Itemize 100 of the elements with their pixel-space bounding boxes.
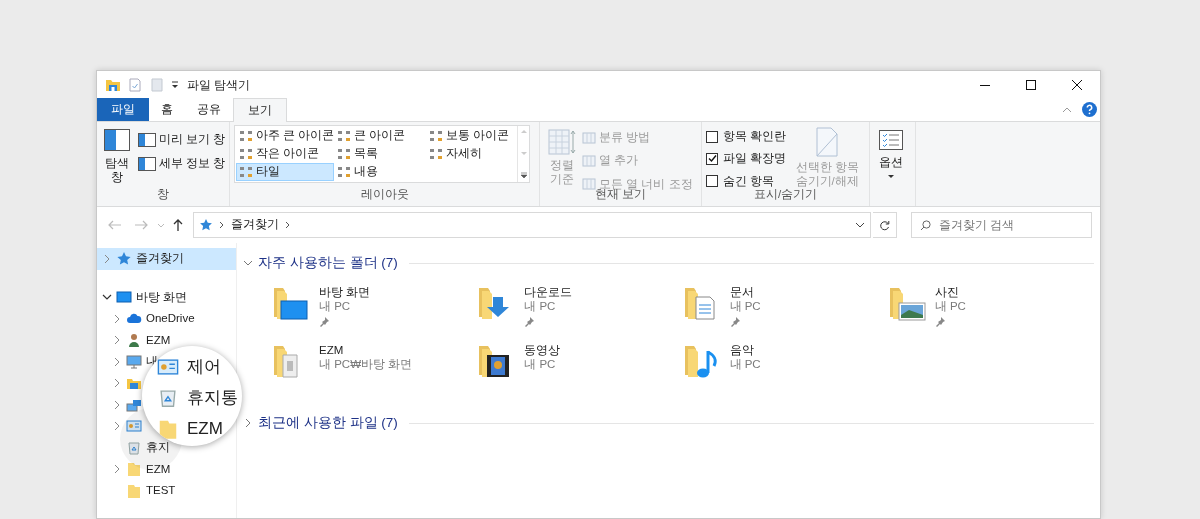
magnified-label: EZM xyxy=(187,417,223,440)
view-icon xyxy=(429,147,443,161)
column-icon xyxy=(582,177,596,192)
pane-option[interactable]: 세부 정보 창 xyxy=(137,155,225,173)
checkbox[interactable] xyxy=(706,175,718,188)
collapsed-chevron-icon[interactable] xyxy=(112,464,122,475)
folder-icon xyxy=(126,461,142,478)
layout-option[interactable]: 보통 아이콘 xyxy=(426,127,516,145)
collapsed-chevron-icon[interactable] xyxy=(112,356,122,367)
search-field[interactable]: 즐겨찾기 검색 xyxy=(911,212,1092,238)
nav-item-label[interactable]: OneDrive xyxy=(146,310,195,328)
section-header[interactable]: 최근에 사용한 파일 (7) xyxy=(258,412,398,434)
options-button[interactable]: 옵션 xyxy=(874,125,908,206)
expand-gallery-icon[interactable] xyxy=(519,172,528,179)
collapsed-chevron-icon[interactable] xyxy=(112,335,122,346)
chevron-icon xyxy=(285,221,291,229)
selected-nav-row[interactable]: 즐겨찾기 xyxy=(97,248,236,270)
folder-tile[interactable]: 동영상 내 PC xyxy=(478,339,684,393)
window-title: 파일 탐색기 xyxy=(187,76,251,94)
customize-dropdown-icon[interactable] xyxy=(171,80,179,89)
maximize-icon xyxy=(1026,79,1036,90)
pane-icon xyxy=(137,132,156,147)
nav-item-label[interactable]: EZM xyxy=(146,331,171,349)
checkbox-label: 항목 확인란 xyxy=(723,129,787,144)
address-bar[interactable]: 즐겨찾기 xyxy=(193,212,871,238)
folder-location: 내 PC xyxy=(729,357,761,371)
ribbon-tab[interactable]: 파일 xyxy=(97,98,149,121)
collapsed-chevron-icon[interactable] xyxy=(243,418,253,428)
folder-location: 내 PC xyxy=(934,299,966,313)
collapsed-chevron-icon[interactable] xyxy=(112,378,122,389)
layout-option[interactable]: 아주 큰 아이콘 xyxy=(236,127,334,145)
nav-item-label[interactable]: 바탕 화면 xyxy=(136,288,188,306)
group-label: 표시/숨기기 xyxy=(753,187,818,202)
view-icon xyxy=(239,129,253,143)
help-icon[interactable] xyxy=(1082,102,1097,117)
pane-layout-icon xyxy=(104,129,131,151)
nav-item-label[interactable]: TEST xyxy=(146,482,176,500)
layout-option[interactable]: 내용 xyxy=(334,163,426,181)
layout-option[interactable]: 타일 xyxy=(236,163,334,181)
star-icon xyxy=(116,250,132,267)
folder-location: 내 PC xyxy=(729,299,761,313)
star-icon xyxy=(199,218,213,232)
refresh-icon xyxy=(879,219,890,231)
folder-name: EZM xyxy=(319,343,345,357)
nav-item-label[interactable]: 즐겨찾기 xyxy=(136,250,184,268)
checkbox[interactable] xyxy=(706,130,718,143)
address-path: 즐겨찾기 xyxy=(231,217,279,233)
user-icon xyxy=(126,332,142,349)
folder-tile[interactable]: 문서 내 PC xyxy=(683,281,889,335)
view-icon xyxy=(429,129,443,143)
folder-icon xyxy=(126,482,142,499)
collapsed-chevron-icon[interactable] xyxy=(112,313,122,324)
column-icon xyxy=(582,153,596,168)
folder-tile[interactable]: 사진 내 PC xyxy=(888,281,1094,335)
folder-tile[interactable]: 바탕 화면 내 PC xyxy=(273,281,479,335)
ribbon-tab[interactable]: 홈 xyxy=(149,98,185,121)
properties-icon[interactable] xyxy=(127,76,143,93)
nav-item-label[interactable]: 휴지 xyxy=(146,439,170,457)
folder-name: 바탕 화면 xyxy=(319,285,371,299)
navigation-pane-button[interactable]: 탐색 창 xyxy=(101,125,134,186)
folder-location: 내 PC xyxy=(524,299,557,313)
folder-icon xyxy=(888,285,927,321)
folder-name: 다운로드 xyxy=(524,285,573,299)
checkbox-label: 파일 확장명 xyxy=(723,151,787,167)
nav-item-label[interactable]: EZM xyxy=(146,460,171,478)
section-header[interactable]: 자주 사용하는 폴더 (7) xyxy=(258,252,398,274)
collapsed-chevron-icon[interactable] xyxy=(112,421,122,432)
ribbon-tab[interactable]: 공유 xyxy=(185,98,233,121)
view-icon xyxy=(337,147,351,161)
layout-option[interactable]: 작은 아이콘 xyxy=(236,145,334,163)
magnified-label: 휴지통 xyxy=(187,386,238,409)
sort-table-icon xyxy=(548,129,576,155)
layout-option[interactable]: 자세히 xyxy=(426,145,516,163)
pane-icon xyxy=(137,156,156,171)
checkbox[interactable] xyxy=(706,152,718,165)
dropdown-arrow-icon xyxy=(888,175,894,179)
close-icon xyxy=(1072,79,1082,90)
chevron-icon xyxy=(219,221,225,229)
checkbox-label: 숨긴 항목 xyxy=(723,173,775,189)
layout-option[interactable]: 큰 아이콘 xyxy=(334,127,426,145)
dropdown-chevron-icon[interactable] xyxy=(855,222,865,228)
ribbon-tab[interactable]: 보기 xyxy=(233,98,287,122)
folder-location: 내 PC xyxy=(319,299,352,313)
folder-name: 동영상 xyxy=(524,343,561,357)
folder-location: 내 PC xyxy=(524,357,557,371)
recycle-bin-icon xyxy=(126,439,142,456)
collapsed-chevron-icon[interactable] xyxy=(112,399,122,410)
view-icon xyxy=(337,129,351,143)
folder-name: 음악 xyxy=(729,343,755,357)
collapsed-chevron-icon[interactable] xyxy=(102,253,112,264)
refresh-button[interactable] xyxy=(873,212,897,238)
layout-option[interactable]: 목록 xyxy=(334,145,426,163)
view-icon xyxy=(239,147,253,161)
folder-name: 사진 xyxy=(934,285,960,299)
pane-option[interactable]: 미리 보기 창 xyxy=(137,131,225,149)
folder-tile[interactable]: EZM 내 PC₩바탕 화면 xyxy=(273,339,479,393)
folder-location: 내 PC₩바탕 화면 xyxy=(319,357,413,371)
folder-tile[interactable]: 음악 내 PC xyxy=(683,339,889,393)
folder-tile[interactable]: 다운로드 내 PC xyxy=(478,281,684,335)
collapse-ribbon-icon[interactable] xyxy=(1062,106,1072,113)
